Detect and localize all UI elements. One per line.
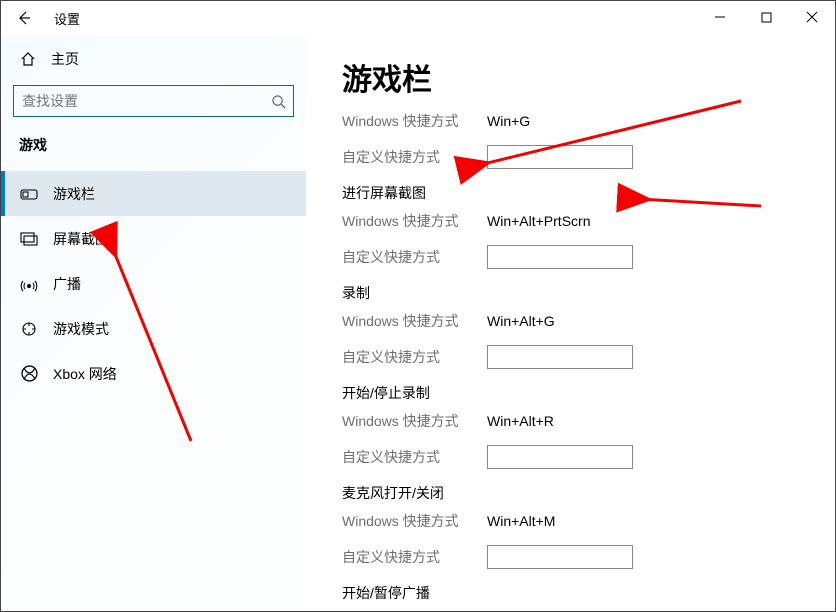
custom-shortcut-label: 自定义快捷方式 [342, 447, 487, 467]
search-icon [263, 94, 293, 109]
windows-shortcut-label: Windows 快捷方式 [342, 211, 487, 231]
xbox-icon [19, 365, 39, 382]
nav-list: 游戏栏 屏幕截图 广播 [1, 171, 306, 396]
arrow-left-icon [16, 10, 32, 26]
section-mic: 麦克风打开/关闭 [342, 483, 835, 503]
screenshot-custom-input[interactable] [487, 245, 633, 269]
minimize-icon [714, 11, 726, 23]
windows-shortcut-label: Windows 快捷方式 [342, 311, 487, 331]
section-startstop: 开始/停止录制 [342, 383, 835, 403]
custom-shortcut-label: 自定义快捷方式 [342, 347, 487, 367]
maximize-button[interactable] [743, 1, 789, 33]
nav-label: 游戏栏 [53, 184, 95, 204]
custom-shortcut-label: 自定义快捷方式 [342, 247, 487, 267]
close-button[interactable] [789, 1, 835, 33]
screenshot-shortcut: Win+Alt+PrtScrn [487, 213, 590, 229]
sidebar: 主页 游戏 游戏栏 [1, 35, 306, 611]
mic-custom-input[interactable] [487, 545, 633, 569]
record-shortcut: Win+Alt+G [487, 313, 555, 329]
maximize-icon [761, 12, 772, 23]
record-custom-input[interactable] [487, 345, 633, 369]
titlebar: 设置 [1, 1, 835, 35]
screenshot-icon [19, 232, 39, 246]
nav-broadcast[interactable]: 广播 [1, 261, 306, 306]
windows-shortcut-label: Windows 快捷方式 [342, 111, 487, 131]
settings-window: 设置 主页 游戏 [0, 0, 836, 612]
open-gamebar-custom-input[interactable] [487, 145, 633, 169]
search-input[interactable] [14, 86, 263, 116]
nav-xbox-network[interactable]: Xbox 网络 [1, 351, 306, 396]
nav-label: 游戏模式 [53, 319, 109, 339]
nav-screenshot[interactable]: 屏幕截图 [1, 216, 306, 261]
section-screenshot: 进行屏幕截图 [342, 183, 835, 203]
page-title: 游戏栏 [342, 55, 835, 99]
window-controls [697, 1, 835, 33]
custom-shortcut-label: 自定义快捷方式 [342, 547, 487, 567]
startstop-custom-input[interactable] [487, 445, 633, 469]
nav-label: 广播 [53, 274, 81, 294]
section-record: 录制 [342, 283, 835, 303]
home-label: 主页 [51, 49, 79, 69]
section-broadcast: 开始/暂停广播 [342, 583, 835, 603]
home-nav[interactable]: 主页 [1, 39, 306, 79]
custom-shortcut-label: 自定义快捷方式 [342, 147, 487, 167]
gamebar-icon [19, 187, 39, 201]
windows-shortcut-label: Windows 快捷方式 [342, 411, 487, 431]
category-header: 游戏 [1, 117, 306, 165]
window-title: 设置 [54, 9, 80, 28]
content-pane: 游戏栏 Windows 快捷方式 Win+G 自定义快捷方式 进行屏幕截图 Wi… [306, 35, 835, 611]
back-button[interactable] [1, 1, 46, 35]
nav-game-mode[interactable]: 游戏模式 [1, 306, 306, 351]
close-icon [806, 11, 818, 23]
nav-label: Xbox 网络 [53, 364, 117, 384]
search-box[interactable] [13, 85, 294, 117]
gamemode-icon [19, 321, 39, 337]
windows-shortcut-label: Windows 快捷方式 [342, 511, 487, 531]
nav-game-bar[interactable]: 游戏栏 [1, 171, 306, 216]
startstop-shortcut: Win+Alt+R [487, 413, 554, 429]
broadcast-icon [19, 276, 39, 292]
open-gamebar-shortcut: Win+G [487, 113, 530, 129]
minimize-button[interactable] [697, 1, 743, 33]
mic-shortcut: Win+Alt+M [487, 513, 555, 529]
nav-label: 屏幕截图 [53, 229, 109, 249]
home-icon [19, 51, 37, 67]
